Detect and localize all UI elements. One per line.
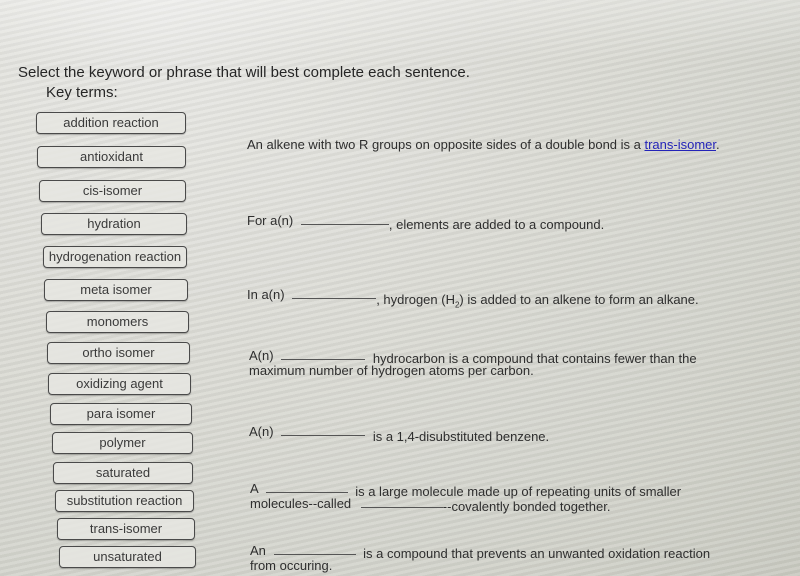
sentence-6-blank-1[interactable] bbox=[265, 482, 348, 493]
term-polymer[interactable]: polymer bbox=[52, 432, 193, 454]
sentence-7-blank[interactable] bbox=[273, 544, 356, 555]
sentence-4-after-line1: hydrocarbon is a compound that contains … bbox=[372, 351, 697, 366]
sentence-6-line2-before: molecules--called bbox=[250, 496, 352, 511]
sentence-3-blank[interactable] bbox=[292, 288, 377, 299]
term-hydration[interactable]: hydration bbox=[41, 213, 187, 235]
term-antioxidant[interactable]: antioxidant bbox=[37, 146, 186, 168]
term-monomers[interactable]: monomers bbox=[46, 311, 189, 333]
sentence-2: For a(n) , elements are added to a compo… bbox=[247, 213, 604, 232]
sentence-3-after-a: , hydrogen (H bbox=[376, 292, 455, 307]
sentence-4-blank[interactable] bbox=[281, 349, 366, 360]
sentence-5-blank[interactable] bbox=[281, 425, 366, 436]
sentence-1-text: An alkene with two R groups on opposite … bbox=[247, 137, 645, 152]
sentence-4-before: A(n) bbox=[249, 348, 274, 363]
sentence-5: A(n) is a 1,4-disubstituted benzene. bbox=[249, 424, 549, 444]
term-oxidizing-agent[interactable]: oxidizing agent bbox=[48, 373, 191, 395]
screen-glare bbox=[0, 0, 800, 60]
sentence-2-after: , elements are added to a compound. bbox=[388, 217, 605, 232]
term-hydrogenation-reaction[interactable]: hydrogenation reaction bbox=[43, 246, 187, 268]
term-ortho-isomer[interactable]: ortho isomer bbox=[47, 342, 190, 364]
term-saturated[interactable]: saturated bbox=[53, 462, 193, 484]
sentence-6-after-line1: is a large molecule made up of repeating… bbox=[355, 484, 682, 499]
instructions: Select the keyword or phrase that will b… bbox=[18, 64, 470, 81]
term-substitution-reaction[interactable]: substitution reaction bbox=[55, 490, 194, 512]
sentence-5-before: A(n) bbox=[249, 424, 274, 439]
sentence-1-end: . bbox=[716, 137, 720, 152]
sentence-5-after: is a 1,4-disubstituted benzene. bbox=[372, 429, 550, 444]
sentence-1-answer[interactable]: trans-isomer bbox=[644, 137, 716, 152]
sentence-7: An is a compound that prevents an unwant… bbox=[250, 543, 710, 573]
sentence-3-after: , hydrogen (H2) is added to an alkene to… bbox=[376, 292, 699, 310]
term-unsaturated[interactable]: unsaturated bbox=[59, 546, 196, 568]
sentence-3-before: In a(n) bbox=[247, 287, 285, 302]
sentence-4: A(n) hydrocarbon is a compound that cont… bbox=[249, 348, 697, 378]
term-para-isomer[interactable]: para isomer bbox=[50, 403, 192, 425]
sentence-7-before: An bbox=[250, 543, 266, 558]
sentence-7-line2: from occuring. bbox=[250, 558, 333, 573]
term-cis-isomer[interactable]: cis-isomer bbox=[39, 180, 186, 202]
key-terms-label: Key terms: bbox=[46, 84, 118, 101]
sentence-2-blank[interactable] bbox=[300, 214, 389, 225]
sentence-6-before: A bbox=[250, 481, 258, 496]
sentence-1: An alkene with two R groups on opposite … bbox=[247, 137, 720, 152]
sentence-7-after-line1: is a compound that prevents an unwanted … bbox=[363, 546, 711, 561]
sentence-6-line2-after: --covalently bonded together. bbox=[442, 499, 611, 514]
sentence-2-before: For a(n) bbox=[247, 213, 294, 228]
term-trans-isomer[interactable]: trans-isomer bbox=[57, 518, 195, 540]
term-meta-isomer[interactable]: meta isomer bbox=[44, 279, 188, 301]
sentence-6: A is a large molecule made up of repeati… bbox=[250, 481, 682, 514]
sentence-3-after-b: ) is added to an alkene to form an alkan… bbox=[459, 292, 699, 307]
term-addition-reaction[interactable]: addition reaction bbox=[36, 112, 186, 134]
sentence-3: In a(n) , hydrogen (H2) is added to an a… bbox=[247, 287, 699, 310]
